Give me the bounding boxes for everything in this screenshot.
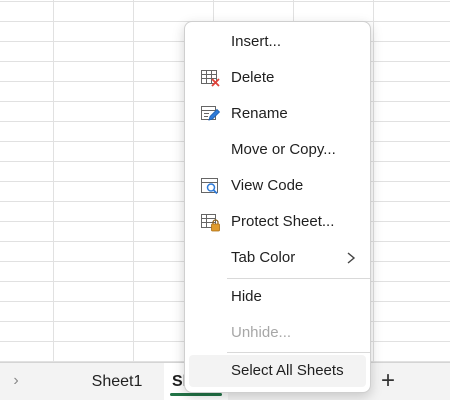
menu-item-hide[interactable]: Hide <box>189 281 366 313</box>
sheet-context-menu: Insert... Delete Rename Move or Copy... … <box>184 21 371 393</box>
sheet-tab-sheet1[interactable]: Sheet1 <box>82 363 152 400</box>
add-sheet-button[interactable]: + <box>377 367 399 395</box>
menu-item-label: Delete <box>231 69 275 86</box>
menu-item-label: Tab Color <box>231 249 296 266</box>
menu-item-tab-color[interactable]: Tab Color <box>189 242 366 274</box>
protect-sheet-icon <box>200 212 222 232</box>
menu-item-label: Unhide... <box>231 324 292 341</box>
menu-item-label: Select All Sheets <box>231 362 344 379</box>
menu-item-label: Rename <box>231 105 288 122</box>
menu-item-move-or-copy[interactable]: Move or Copy... <box>189 134 366 166</box>
menu-item-label: Move or Copy... <box>231 141 336 158</box>
menu-item-delete[interactable]: Delete <box>189 62 366 94</box>
menu-item-select-all-sheets[interactable]: Select All Sheets <box>189 355 366 387</box>
menu-item-protect-sheet[interactable]: Protect Sheet... <box>189 206 366 238</box>
tab-scroll-right-icon[interactable]: › <box>8 371 24 391</box>
menu-item-unhide: Unhide... <box>189 317 366 349</box>
chevron-right-icon <box>346 242 356 274</box>
delete-sheet-icon <box>200 68 222 88</box>
menu-item-insert[interactable]: Insert... <box>189 26 366 58</box>
view-code-icon <box>200 176 222 196</box>
rename-sheet-icon <box>200 104 222 124</box>
menu-separator <box>227 352 370 353</box>
menu-item-view-code[interactable]: View Code <box>189 170 366 202</box>
menu-item-rename[interactable]: Rename <box>189 98 366 130</box>
menu-item-label: Hide <box>231 288 262 305</box>
menu-item-label: Protect Sheet... <box>231 213 335 230</box>
menu-item-label: View Code <box>231 177 304 194</box>
menu-item-label: Insert... <box>231 33 282 50</box>
menu-separator <box>227 278 370 279</box>
